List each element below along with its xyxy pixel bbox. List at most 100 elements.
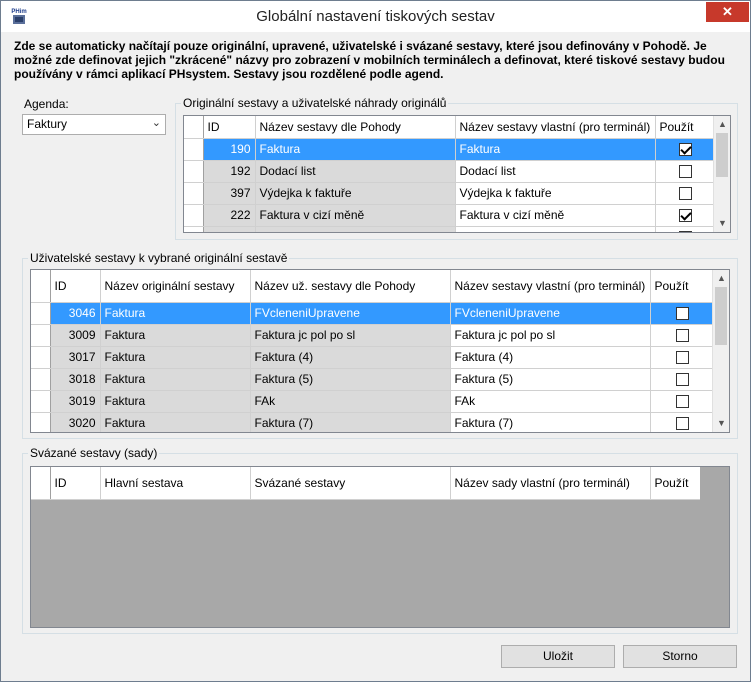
table-row[interactable]: 3017 Faktura Faktura (4) Faktura (4): [31, 346, 715, 369]
cell-own-name[interactable]: Faktura v cizí měně (se slevou): [455, 226, 656, 232]
row-header[interactable]: [31, 346, 51, 369]
column-header-use[interactable]: Použít: [655, 116, 716, 139]
column-header-user-name[interactable]: Název už. sestavy dle Pohody: [250, 270, 451, 303]
row-header[interactable]: [184, 138, 204, 161]
agenda-select[interactable]: Faktury ⌄: [22, 114, 166, 135]
table-row[interactable]: 3009 Faktura Faktura jc pol po sl Faktura j…: [31, 324, 715, 347]
row-header[interactable]: [184, 182, 204, 205]
scroll-up-icon[interactable]: ▲: [714, 116, 730, 133]
use-checkbox[interactable]: [678, 165, 692, 179]
agenda-selected-value: Faktury: [27, 117, 68, 131]
use-checkbox[interactable]: [675, 351, 689, 365]
cell-own-name[interactable]: Faktura (5): [450, 368, 651, 391]
column-header-name[interactable]: Název sestavy dle Pohody: [255, 116, 456, 139]
cell-id: 397: [203, 182, 256, 205]
cell-user-name: Faktura (5): [250, 368, 451, 391]
cell-own-name[interactable]: Faktura: [455, 138, 656, 161]
use-checkbox[interactable]: [675, 307, 689, 321]
column-header-use[interactable]: Použít: [650, 270, 715, 303]
column-header-main-report[interactable]: Hlavní sestava: [100, 467, 251, 500]
table-row[interactable]: 3018 Faktura Faktura (5) Faktura (5): [31, 368, 715, 391]
cell-use[interactable]: [655, 160, 716, 183]
cell-use[interactable]: [650, 412, 715, 432]
cell-name: Výdejka k faktuře: [255, 182, 456, 205]
cell-own-name[interactable]: Faktura jc pol po sl: [450, 324, 651, 347]
scroll-thumb[interactable]: [716, 133, 728, 177]
scroll-down-icon[interactable]: ▼: [714, 215, 730, 232]
use-checkbox[interactable]: [678, 231, 692, 232]
use-checkbox[interactable]: [675, 417, 689, 431]
save-button[interactable]: Uložit: [501, 645, 615, 668]
cell-id: 313: [203, 226, 256, 232]
column-header-own-name[interactable]: Název sestavy vlastní (pro terminál): [455, 116, 656, 139]
row-header[interactable]: [184, 226, 204, 232]
column-header-original-name[interactable]: Název originální sestavy: [100, 270, 251, 303]
column-header-use[interactable]: Použít: [650, 467, 701, 500]
cell-use[interactable]: [655, 204, 716, 227]
close-button[interactable]: ✕: [706, 2, 749, 22]
header-filler: [700, 467, 729, 500]
scroll-thumb[interactable]: [715, 287, 727, 345]
table-row[interactable]: 313Faktura v cizí měně (se slevou)Faktur…: [184, 226, 716, 232]
column-header-id[interactable]: ID: [50, 270, 101, 303]
row-header[interactable]: [184, 160, 204, 183]
title-bar[interactable]: PHim Globální nastavení tiskových sestav…: [1, 1, 750, 32]
row-header[interactable]: [31, 412, 51, 432]
cell-id: 222: [203, 204, 256, 227]
use-checkbox[interactable]: [675, 329, 689, 343]
table-row[interactable]: 192 Dodací list Dodací list: [184, 160, 716, 183]
cancel-button[interactable]: Storno: [623, 645, 737, 668]
cell-original-name: Faktura: [100, 302, 251, 325]
row-header[interactable]: [184, 204, 204, 227]
cell-user-name: Faktura jc pol po sl: [250, 324, 451, 347]
column-header-id[interactable]: ID: [203, 116, 256, 139]
cell-use[interactable]: [655, 138, 716, 161]
original-grid-scrollbar[interactable]: ▲ ▼: [713, 116, 730, 232]
table-row[interactable]: 222 Faktura v cizí měně Faktura v cizí měn…: [184, 204, 716, 227]
cell-use[interactable]: [650, 390, 715, 413]
cell-id: 3009: [50, 324, 101, 347]
table-row[interactable]: 3019 Faktura FAk FAk: [31, 390, 715, 413]
use-checkbox[interactable]: [678, 187, 692, 201]
cell-own-name[interactable]: Dodací list: [455, 160, 656, 183]
column-header-id[interactable]: ID: [50, 467, 101, 500]
cell-use[interactable]: [650, 324, 715, 347]
cell-use[interactable]: [650, 346, 715, 369]
row-header-corner: [31, 270, 51, 303]
use-checkbox[interactable]: [675, 395, 689, 409]
table-row[interactable]: 190 Faktura Faktura: [184, 138, 716, 161]
cell-own-name[interactable]: Faktura (7): [450, 412, 651, 432]
cell-use[interactable]: [655, 182, 716, 205]
column-header-bound-reports[interactable]: Svázané sestavy: [250, 467, 451, 500]
row-header[interactable]: [31, 390, 51, 413]
column-header-set-own-name[interactable]: Název sady vlastní (pro terminál): [450, 467, 651, 500]
table-row[interactable]: 3020 Faktura Faktura (7) Faktura (7): [31, 412, 715, 432]
user-grid-scrollbar[interactable]: ▲ ▼: [712, 270, 729, 432]
cell-own-name[interactable]: Faktura (4): [450, 346, 651, 369]
row-header[interactable]: [31, 368, 51, 391]
row-header[interactable]: [31, 324, 51, 347]
cell-original-name: Faktura: [100, 390, 251, 413]
cell-use[interactable]: [655, 226, 716, 232]
scroll-up-icon[interactable]: ▲: [713, 270, 729, 287]
use-checkbox[interactable]: [678, 143, 692, 157]
scroll-down-icon[interactable]: ▼: [713, 415, 729, 432]
cell-use[interactable]: [650, 368, 715, 391]
column-header-own-name[interactable]: Název sestavy vlastní (pro terminál): [450, 270, 651, 303]
row-header[interactable]: [31, 302, 51, 325]
use-checkbox[interactable]: [675, 373, 689, 387]
cell-name: Dodací list: [255, 160, 456, 183]
original-reports-grid[interactable]: ID Název sestavy dle Pohody Název sestav…: [183, 115, 731, 233]
cell-own-name[interactable]: Výdejka k faktuře: [455, 182, 656, 205]
cell-own-name[interactable]: Faktura v cizí měně: [455, 204, 656, 227]
cell-own-name[interactable]: FAk: [450, 390, 651, 413]
use-checkbox[interactable]: [678, 209, 692, 223]
table-row[interactable]: 3046 Faktura FVcleneniUpravene FVcleneniUpr…: [31, 302, 715, 325]
user-reports-grid[interactable]: ID Název originální sestavy Název už. se…: [30, 269, 730, 433]
table-row[interactable]: 397 Výdejka k faktuře Výdejka k faktuře: [184, 182, 716, 205]
cell-use[interactable]: [650, 302, 715, 325]
cell-own-name[interactable]: FVcleneniUpravene: [450, 302, 651, 325]
cell-id: 3017: [50, 346, 101, 369]
bound-reports-grid[interactable]: ID Hlavní sestava Svázané sestavy Název …: [30, 466, 730, 628]
cell-original-name: Faktura: [100, 324, 251, 347]
